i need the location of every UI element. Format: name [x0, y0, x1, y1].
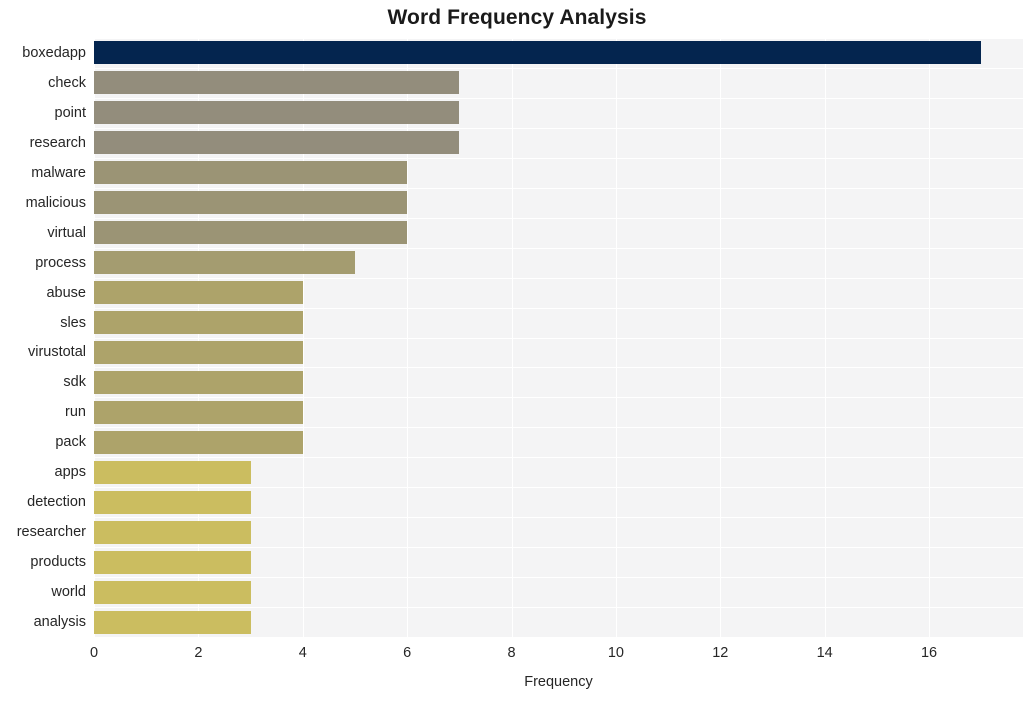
gridline-horizontal — [94, 547, 1023, 548]
gridline-horizontal — [94, 248, 1023, 249]
chart-figure: Word Frequency Analysis boxedapp check poi… — [0, 0, 1034, 701]
chart-title: Word Frequency Analysis — [387, 6, 647, 29]
plot-area — [94, 38, 1023, 637]
y-axis: boxedapp check point research malware malicio… — [0, 38, 86, 637]
bar — [94, 400, 303, 424]
gridline-horizontal — [94, 607, 1023, 608]
gridline-horizontal — [94, 158, 1023, 159]
y-tick-label: sdk — [63, 374, 86, 391]
bar — [94, 191, 408, 215]
bar — [94, 251, 355, 275]
gridline-horizontal — [94, 38, 1023, 39]
bar — [94, 490, 251, 514]
x-axis-title: Frequency — [524, 674, 593, 690]
y-tick-label: sles — [60, 314, 86, 331]
gridline-horizontal — [94, 577, 1023, 578]
y-tick-label: analysis — [33, 614, 86, 631]
bar — [94, 101, 460, 125]
y-tick-label: run — [65, 404, 86, 421]
y-tick-label: detection — [27, 494, 86, 511]
bar — [94, 370, 303, 394]
bar — [94, 610, 251, 634]
y-tick-label: virtual — [47, 224, 86, 241]
bar — [94, 131, 460, 155]
gridline-horizontal — [94, 427, 1023, 428]
gridline-horizontal — [94, 367, 1023, 368]
y-tick-label: products — [30, 554, 86, 571]
y-tick-label: boxedapp — [22, 44, 86, 61]
y-tick-label: point — [54, 104, 86, 121]
bar — [94, 221, 408, 245]
gridline-horizontal — [94, 517, 1023, 518]
y-tick-label: process — [35, 254, 86, 271]
gridline-horizontal — [94, 98, 1023, 99]
bar — [94, 311, 303, 335]
x-axis: 0 2 4 6 8 10 12 14 16 — [90, 637, 1023, 667]
x-tick-label: 0 — [89, 645, 99, 661]
bar — [94, 161, 408, 185]
bar — [94, 460, 251, 484]
bar — [94, 340, 303, 364]
x-tick-label: 10 — [607, 645, 624, 661]
bar — [94, 520, 251, 544]
gridline-horizontal — [94, 278, 1023, 279]
gridline-horizontal — [94, 218, 1023, 219]
y-tick-label: check — [48, 74, 86, 91]
gridline-horizontal — [94, 338, 1023, 339]
x-tick-label: 8 — [507, 645, 516, 661]
gridline-horizontal — [94, 68, 1023, 69]
bar — [94, 580, 251, 604]
y-tick-label: research — [29, 134, 86, 151]
bar — [94, 71, 460, 95]
x-tick-label: 2 — [194, 645, 203, 661]
y-tick-label: malicious — [25, 194, 86, 211]
x-tick-label: 14 — [816, 645, 833, 661]
x-tick-label: 4 — [298, 645, 307, 661]
gridline-horizontal — [94, 188, 1023, 189]
bar — [94, 430, 303, 454]
bar — [94, 41, 982, 65]
y-tick-label: pack — [55, 434, 86, 451]
bar — [94, 281, 303, 305]
x-tick-label: 16 — [920, 645, 938, 661]
gridline-horizontal — [94, 397, 1023, 398]
y-tick-label: malware — [31, 164, 86, 181]
x-tick-label: 6 — [403, 645, 412, 661]
gridline-horizontal — [94, 457, 1023, 458]
gridline-horizontal — [94, 487, 1023, 488]
gridline-horizontal — [94, 128, 1023, 129]
y-tick-label: researcher — [16, 524, 86, 541]
y-tick-label: world — [51, 584, 86, 601]
bar — [94, 550, 251, 574]
x-tick-label: 12 — [712, 645, 729, 661]
y-tick-label: apps — [54, 464, 86, 481]
y-tick-label: abuse — [46, 284, 86, 301]
y-tick-label: virustotal — [27, 344, 86, 361]
gridline-horizontal — [94, 308, 1023, 309]
